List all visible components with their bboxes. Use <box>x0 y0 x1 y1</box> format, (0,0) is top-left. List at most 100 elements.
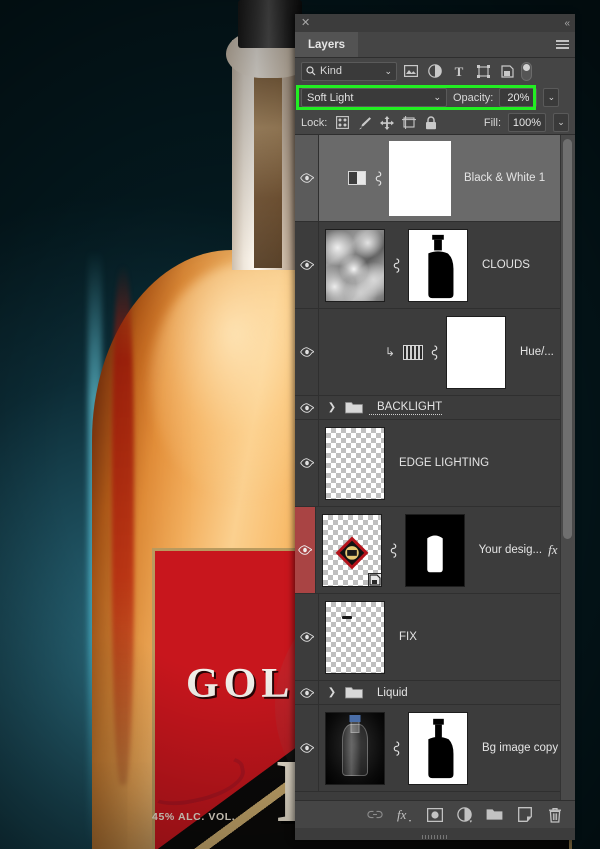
folder-icon[interactable] <box>345 686 363 699</box>
layer-visibility-toggle[interactable] <box>295 594 319 680</box>
opacity-stepper[interactable]: ⌄ <box>543 88 560 107</box>
lock-row: Lock: Fill: 100% ⌄ <box>295 111 575 135</box>
table-row[interactable]: Black & White 1 <box>295 135 575 222</box>
chevron-down-icon: ⌄ <box>547 92 556 102</box>
eye-icon <box>299 402 314 413</box>
eye-icon <box>299 743 314 753</box>
layer-visibility-toggle[interactable] <box>295 222 319 308</box>
panel-bottom-toolbar: fx <box>295 800 575 839</box>
link-mask-icon[interactable] <box>391 740 402 756</box>
svg-text:T: T <box>455 65 464 78</box>
layer-mask-thumbnail[interactable] <box>408 711 468 785</box>
layer-list-scrollbar[interactable] <box>563 139 572 539</box>
filter-adjustment-layers-icon[interactable] <box>425 62 445 81</box>
layer-row-body[interactable]: Black & White 1 <box>319 135 575 221</box>
layer-row-body[interactable]: Bg image copy <box>319 705 575 791</box>
hue-saturation-adjustment-icon[interactable] <box>403 344 423 360</box>
chevron-right-icon[interactable]: ❯ <box>325 687 339 698</box>
layer-style-fx-icon[interactable]: fx <box>396 806 413 823</box>
collapse-panel-icon[interactable]: « <box>564 18 569 29</box>
layer-list[interactable]: Black & White 1 CLOUDS ↳ Hue/... ❯ BACKL… <box>295 135 575 800</box>
filter-kind-dropdown[interactable]: Kind ⌄ <box>301 61 397 81</box>
layer-name[interactable]: EDGE LIGHTING <box>391 457 575 469</box>
folder-icon[interactable] <box>345 401 363 414</box>
layer-row-body[interactable]: ↳ Hue/... <box>319 309 575 395</box>
table-row[interactable]: CLOUDS <box>295 222 575 309</box>
layer-mask-thumbnail[interactable] <box>446 315 506 389</box>
layer-name[interactable]: BACKLIGHT <box>369 401 443 415</box>
table-row[interactable]: ❯ Liquid <box>295 681 575 705</box>
bottle-silhouette-mask <box>409 712 467 784</box>
layer-row-body[interactable]: EDGE LIGHTING <box>319 420 575 506</box>
layer-thumbnail[interactable] <box>325 426 385 500</box>
layer-name[interactable]: Liquid <box>369 687 408 699</box>
fill-stepper[interactable]: ⌄ <box>553 113 569 132</box>
layer-row-body[interactable]: CLOUDS <box>319 222 575 308</box>
link-mask-icon[interactable] <box>373 170 384 186</box>
delete-layer-icon[interactable] <box>546 806 563 823</box>
layer-row-body[interactable]: ❯ BACKLIGHT <box>319 396 575 419</box>
blend-opacity-row: Soft Light ⌄ Opacity: 20% ⌄ <box>295 84 575 111</box>
lock-transparent-pixels-icon[interactable] <box>335 115 350 130</box>
layer-mask-thumbnail[interactable] <box>408 228 468 302</box>
layer-visibility-toggle[interactable] <box>295 309 319 395</box>
layer-filter-bar: Kind ⌄ T <box>295 58 575 84</box>
layer-row-body[interactable]: Your desig... fx ▾ <box>316 507 575 593</box>
table-row[interactable]: ❯ BACKLIGHT <box>295 396 575 420</box>
table-row[interactable]: Your desig... fx ▾ <box>295 507 575 594</box>
layer-effects-fx-icon[interactable]: fx <box>548 542 557 558</box>
blend-mode-dropdown[interactable]: Soft Light ⌄ <box>301 88 447 107</box>
lock-artboard-nesting-icon[interactable] <box>401 115 416 130</box>
filter-shape-layers-icon[interactable] <box>473 62 493 81</box>
add-layer-mask-icon[interactable] <box>426 806 443 823</box>
layer-visibility-toggle[interactable] <box>295 135 319 221</box>
link-mask-icon[interactable] <box>429 344 440 360</box>
layer-thumbnail[interactable] <box>325 711 385 785</box>
close-icon[interactable]: ✕ <box>301 17 310 29</box>
opacity-input[interactable]: 20% <box>499 88 538 107</box>
chevron-down-icon: ⌄ <box>557 117 565 127</box>
layer-thumbnail[interactable] <box>321 513 382 587</box>
black-and-white-adjustment-icon[interactable] <box>347 168 367 188</box>
fill-input[interactable]: 100% <box>508 113 546 132</box>
layer-row-body[interactable]: ❯ Liquid <box>319 681 575 704</box>
layer-list-scroll-track[interactable] <box>560 135 575 800</box>
layer-name[interactable]: Black & White 1 <box>456 172 575 184</box>
layer-visibility-toggle[interactable] <box>295 507 316 593</box>
layer-mask-thumbnail[interactable] <box>404 513 465 587</box>
link-layers-icon[interactable] <box>366 806 383 823</box>
filter-pixel-layers-icon[interactable] <box>401 62 421 81</box>
new-group-icon[interactable] <box>486 806 503 823</box>
link-mask-icon[interactable] <box>391 257 402 273</box>
filter-enable-toggle[interactable] <box>521 61 532 81</box>
lock-image-pixels-icon[interactable] <box>357 115 372 130</box>
link-mask-icon[interactable] <box>388 542 399 558</box>
svg-text:fx: fx <box>397 807 407 822</box>
eye-icon <box>297 545 312 555</box>
lock-all-icon[interactable] <box>423 115 438 130</box>
new-layer-icon[interactable] <box>516 806 533 823</box>
layer-visibility-toggle[interactable] <box>295 705 319 791</box>
new-adjustment-layer-icon[interactable] <box>456 806 473 823</box>
tab-layers[interactable]: Layers <box>295 32 359 57</box>
panel-resize-grip[interactable] <box>422 835 448 839</box>
chevron-right-icon[interactable]: ❯ <box>325 402 339 413</box>
layer-thumbnail[interactable] <box>325 228 385 302</box>
layer-name[interactable]: Your desig... <box>471 544 543 556</box>
layer-visibility-toggle[interactable] <box>295 420 319 506</box>
lock-position-icon[interactable] <box>379 115 394 130</box>
layer-visibility-toggle[interactable] <box>295 396 319 419</box>
panel-menu-icon[interactable] <box>549 32 575 57</box>
filter-type-layers-icon[interactable]: T <box>449 62 469 81</box>
layer-visibility-toggle[interactable] <box>295 681 319 704</box>
table-row[interactable]: Bg image copy <box>295 705 575 792</box>
layer-row-body[interactable]: FIX <box>319 594 575 680</box>
layer-thumbnail[interactable] <box>325 600 385 674</box>
filter-smart-object-icon[interactable] <box>497 62 517 81</box>
bottle-silhouette-mask <box>409 229 467 301</box>
table-row[interactable]: EDGE LIGHTING <box>295 420 575 507</box>
layer-mask-thumbnail[interactable] <box>389 140 451 216</box>
table-row[interactable]: ↳ Hue/... <box>295 309 575 396</box>
layer-name[interactable]: FIX <box>391 631 575 643</box>
table-row[interactable]: FIX <box>295 594 575 681</box>
